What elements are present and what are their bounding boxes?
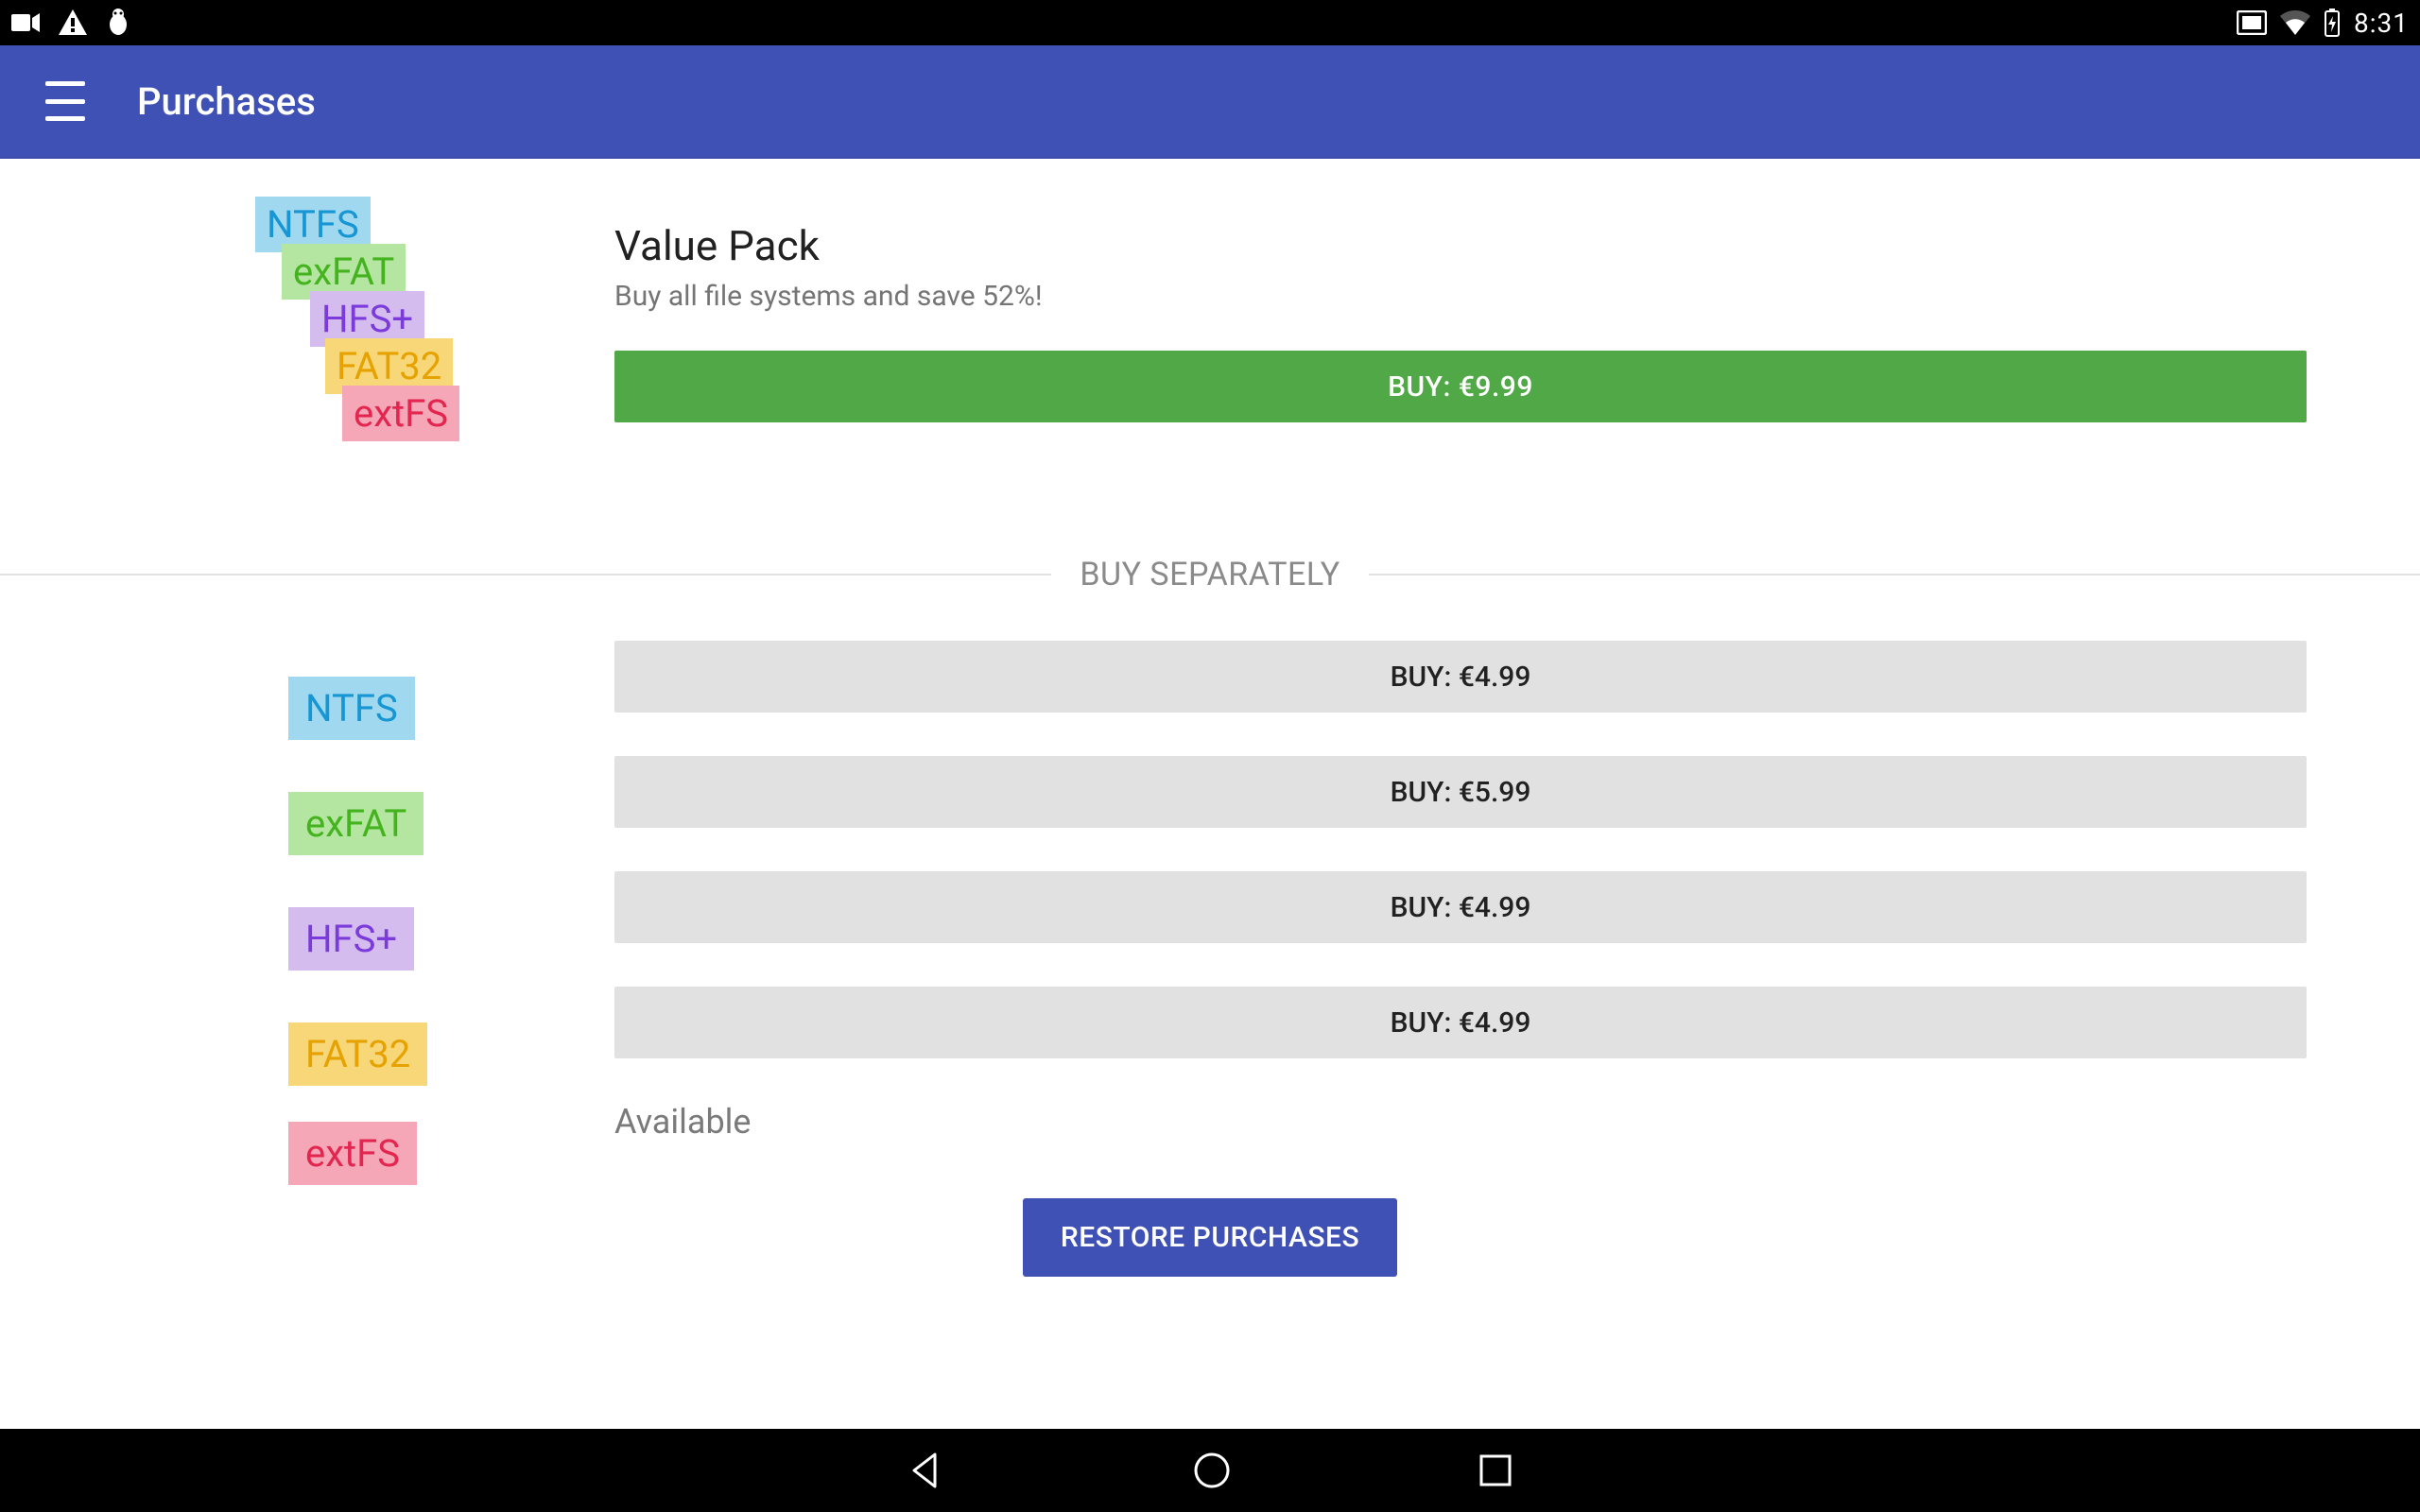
buy-hfs-button[interactable]: BUY: €4.99 bbox=[614, 871, 2307, 943]
recent-icon[interactable] bbox=[1478, 1452, 1513, 1488]
separator-label: BUY SEPARATELY bbox=[1051, 556, 1368, 593]
value-pack-subtitle: Buy all file systems and save 52%! bbox=[614, 280, 2382, 313]
item-row-ntfs: NTFS BUY: €4.99 bbox=[38, 641, 2382, 713]
item-row-fat32: FAT32 BUY: €4.99 bbox=[38, 987, 2382, 1058]
clock-time: 8:31 bbox=[2354, 8, 2409, 39]
separator: BUY SEPARATELY bbox=[0, 556, 2420, 593]
extfs-status: Available bbox=[614, 1102, 2382, 1142]
back-icon[interactable] bbox=[907, 1451, 946, 1490]
badge-fat32: FAT32 bbox=[288, 1022, 427, 1086]
restore-purchases-button[interactable]: RESTORE PURCHASES bbox=[1023, 1198, 1397, 1277]
home-icon[interactable] bbox=[1192, 1451, 1232, 1490]
item-row-hfs: HFS+ BUY: €4.99 bbox=[38, 871, 2382, 943]
badge-extfs: extFS bbox=[342, 386, 459, 441]
battery-charging-icon bbox=[2324, 9, 2341, 37]
item-row-extfs: extFS Available bbox=[38, 1102, 2382, 1142]
value-pack-section: NTFS exFAT HFS+ FAT32 extFS Value Pack B… bbox=[0, 159, 2420, 556]
buy-ntfs-button[interactable]: BUY: €4.99 bbox=[614, 641, 2307, 713]
restore-row: RESTORE PURCHASES bbox=[0, 1198, 2420, 1277]
menu-icon[interactable] bbox=[45, 81, 85, 121]
items-list: NTFS BUY: €4.99 exFAT BUY: €5.99 HFS+ BU… bbox=[0, 593, 2420, 1142]
badge-extfs: extFS bbox=[288, 1122, 417, 1185]
buy-exfat-button[interactable]: BUY: €5.99 bbox=[614, 756, 2307, 828]
video-icon bbox=[11, 12, 40, 33]
separator-line-left bbox=[0, 574, 1051, 576]
buy-value-pack-button[interactable]: BUY: €9.99 bbox=[614, 351, 2307, 422]
cast-icon bbox=[2237, 10, 2267, 35]
badge-ntfs: NTFS bbox=[288, 677, 415, 740]
value-pack-details: Value Pack Buy all file systems and save… bbox=[614, 197, 2382, 499]
status-bar: 8:31 bbox=[0, 0, 2420, 45]
separator-line-right bbox=[1369, 574, 2420, 576]
wifi-icon bbox=[2280, 10, 2310, 35]
app-bar: Purchases bbox=[0, 45, 2420, 159]
item-row-exfat: exFAT BUY: €5.99 bbox=[38, 756, 2382, 828]
page-title: Purchases bbox=[137, 79, 316, 124]
status-right: 8:31 bbox=[2237, 8, 2409, 39]
value-pack-badge-stack: NTFS exFAT HFS+ FAT32 extFS bbox=[38, 197, 614, 499]
nav-bar bbox=[0, 1429, 2420, 1512]
buy-fat32-button[interactable]: BUY: €4.99 bbox=[614, 987, 2307, 1058]
content: NTFS exFAT HFS+ FAT32 extFS Value Pack B… bbox=[0, 159, 2420, 1277]
badge-exfat: exFAT bbox=[288, 792, 424, 855]
value-pack-title: Value Pack bbox=[614, 221, 2382, 270]
status-left bbox=[11, 9, 130, 37]
badge-hfs: HFS+ bbox=[288, 907, 414, 971]
bug-icon bbox=[106, 9, 130, 37]
warning-icon bbox=[59, 9, 87, 36]
